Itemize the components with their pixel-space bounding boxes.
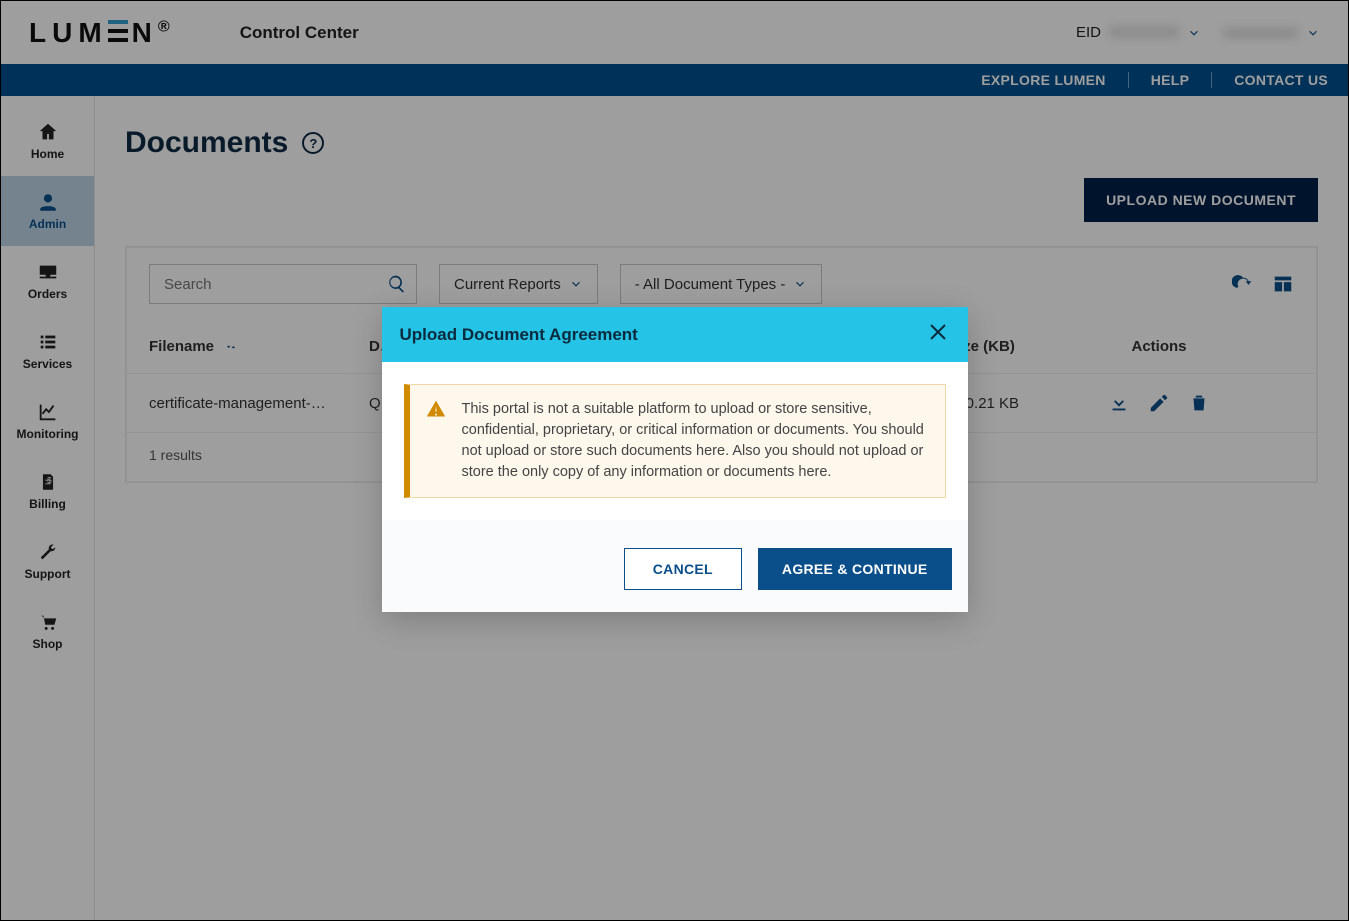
close-button[interactable] [926,320,950,349]
modal-title: Upload Document Agreement [400,325,638,345]
cancel-button[interactable]: CANCEL [624,548,742,590]
modal-body: This portal is not a suitable platform t… [382,362,968,520]
warning-box: This portal is not a suitable platform t… [404,384,946,498]
agree-continue-button[interactable]: AGREE & CONTINUE [758,548,952,590]
warning-text: This portal is not a suitable platform t… [462,399,929,483]
modal-header: Upload Document Agreement [382,307,968,362]
modal-footer: CANCEL AGREE & CONTINUE [382,520,968,612]
close-icon [926,320,950,344]
modal-overlay: Upload Document Agreement This portal is… [1,1,1348,920]
warning-icon [426,399,446,483]
upload-agreement-modal: Upload Document Agreement This portal is… [382,307,968,612]
